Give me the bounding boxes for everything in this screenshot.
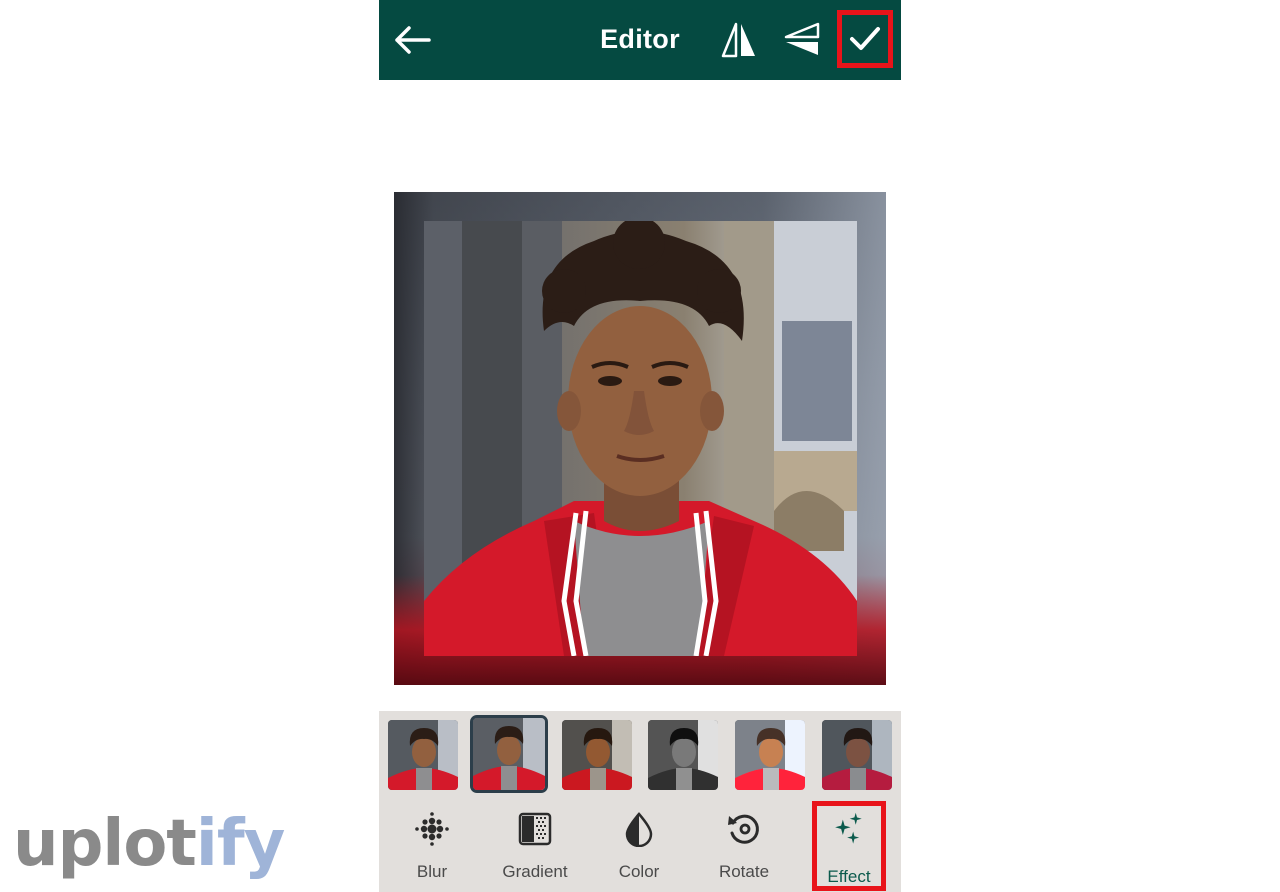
sparkles-icon [835, 812, 862, 844]
gradient-tool-label: Gradient [502, 862, 568, 881]
flip-vertical-button[interactable] [782, 20, 824, 60]
watermark-text-part2: ify [195, 807, 285, 881]
filter-thumbnail-warm[interactable] [562, 720, 632, 790]
portrait-photo [424, 221, 857, 656]
editor-app-bar: Editor [379, 0, 901, 80]
rotate-tool-label: Rotate [718, 862, 770, 881]
bottom-toolbar: Blur Gradient Color Rotate Effect [379, 799, 901, 892]
blur-tool-button[interactable]: Blur [382, 799, 482, 892]
filter-thumbnail-selected[interactable] [470, 715, 548, 793]
confirm-button[interactable] [837, 10, 893, 68]
photo-canvas[interactable] [394, 192, 886, 685]
gradient-icon [518, 812, 552, 846]
filter-thumbnail-original[interactable] [388, 720, 458, 790]
filter-thumbnail-cool[interactable] [822, 720, 892, 790]
watermark-logo: uplotify [13, 806, 285, 882]
blur-dots-icon [415, 812, 449, 846]
checkmark-icon [850, 27, 880, 50]
filter-strip [379, 711, 901, 799]
effect-tool-button[interactable]: Effect [812, 801, 886, 891]
rotate-tool-button[interactable]: Rotate [694, 799, 794, 892]
watermark-text-part1: uplot [13, 807, 197, 881]
contrast-drop-icon [625, 812, 653, 847]
gradient-tool-button[interactable]: Gradient [485, 799, 585, 892]
flip-horizontal-button[interactable] [719, 20, 759, 60]
blur-tool-label: Blur [416, 862, 448, 881]
effect-tool-label: Effect [827, 867, 871, 886]
filter-thumbnail-black-white[interactable] [648, 720, 718, 790]
color-tool-label: Color [618, 862, 660, 881]
filter-thumbnail-bright[interactable] [735, 720, 805, 790]
rotate-icon [728, 814, 759, 844]
color-tool-button[interactable]: Color [589, 799, 689, 892]
flip-vertical-icon [784, 22, 820, 55]
flip-horizontal-icon [721, 22, 755, 58]
